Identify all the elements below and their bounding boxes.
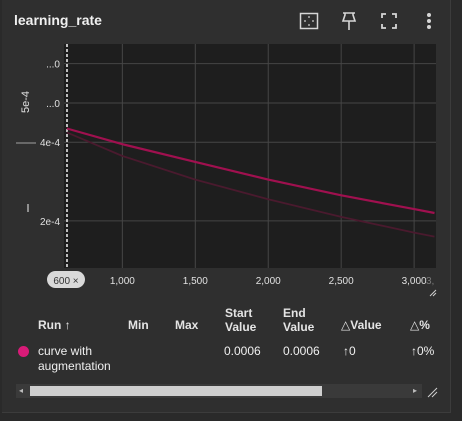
cell-delta-pct: ↑0% [411,344,435,358]
run-name: curve with augmentation [38,344,111,374]
col-header-max[interactable]: Max [175,318,198,332]
table-resize-icon[interactable] [426,386,438,398]
x-tick-label: 3,000 [402,276,427,287]
col-header-delta-pct[interactable]: △% [410,318,430,332]
x-tick-label: 1,500 [183,276,208,287]
col-header-start-line2: Value [225,320,257,334]
y-axis-text: 5e-4 [20,91,32,113]
x-tick-label: 1,000 [110,276,135,287]
y-tick-label: ...0 [46,99,60,110]
col-header-start[interactable]: Start Value [225,306,256,334]
cell-end-value: 0.0006 [283,344,320,358]
scrollbar-thumb[interactable] [30,386,322,396]
col-header-min[interactable]: Min [128,318,149,332]
x-tick-label: 2,500 [329,276,354,287]
x-tick-label: 600 × [53,276,78,287]
scroll-right-arrow-icon[interactable]: ▸ [413,384,417,398]
col-header-run[interactable]: Run ↑ [38,318,71,332]
y-tick-label: 2e-4 [40,217,60,228]
card-title: learning_rate [14,12,102,28]
col-header-start-line1: Start [225,306,253,320]
resize-handle-icon [429,289,437,297]
col-header-end[interactable]: End Value [283,306,314,334]
cell-start-value: 0.0006 [224,344,261,358]
scroll-left-arrow-icon[interactable]: ◂ [19,384,23,398]
cell-delta-value: ↑0 [343,344,356,358]
col-header-delta-value[interactable]: △Value [341,318,382,332]
more-vert-icon[interactable] [416,8,442,34]
chart-area[interactable]: 2e-4 4e-4 ...0 ...0 600 × 1,000 1,500 2,000 2,5… [12,44,444,300]
run-name-line1: curve with [38,344,93,358]
y-tick-label: 4e-4 [40,138,60,149]
x-tick-label: 2,000 [256,276,281,287]
fit-domain-icon[interactable] [296,8,322,34]
fullscreen-icon[interactable] [376,8,402,34]
y-tick-label: ...0 [46,60,60,71]
run-name-line2: augmentation [38,359,111,373]
line-chart[interactable]: 2e-4 4e-4 ...0 ...0 600 × 1,000 1,500 2,000 2,5… [12,44,444,300]
x-tick-label-partial: 3, [426,276,434,287]
horizontal-scrollbar[interactable]: ◂ ▸ [16,384,422,398]
run-color-swatch[interactable] [18,346,29,357]
scalar-card: learning_rate 2e-4 4e-4 ...0 ...0 600 × 1,00… [2,0,451,413]
col-header-end-line2: Value [283,320,315,334]
col-header-end-line1: End [283,306,306,320]
plot-background [64,44,436,268]
pin-icon[interactable] [336,8,362,34]
